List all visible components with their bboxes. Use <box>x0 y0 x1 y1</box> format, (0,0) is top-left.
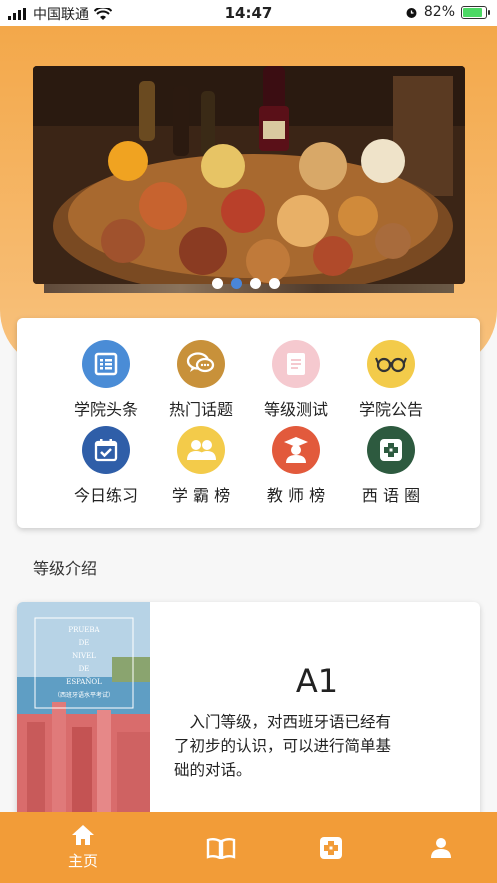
status-right: 82% <box>405 4 490 20</box>
tab-home[interactable]: 主页 <box>43 812 123 883</box>
menu-item-label: 等级测试 <box>263 400 328 419</box>
circle-plus-icon <box>367 426 415 474</box>
image-text-line: DE <box>79 665 90 673</box>
status-bar: 中国联通 14:47 82% <box>0 0 497 26</box>
tab-profile[interactable] <box>401 812 481 883</box>
menu-item-spanish-circle[interactable]: 西 语 圈 <box>336 426 446 506</box>
menu-item-label: 热门话题 <box>168 400 233 419</box>
section-title: 等级介绍 <box>33 559 98 578</box>
menu-item-announcements[interactable]: 学院公告 <box>336 340 446 420</box>
level-description: 入门等级，对西班牙语已经有了初步的认识，可以进行简单基础的对话。 <box>174 713 392 779</box>
menu-card: 学院头条 热门话题 等级测试 学院公告 今日练习 学 霸 榜 教 师 榜 西 语… <box>17 318 480 528</box>
image-text-line: ESPAÑOL <box>66 677 102 686</box>
level-name: A1 <box>295 662 339 700</box>
banner-image <box>33 66 465 284</box>
banner-dot[interactable] <box>212 278 223 289</box>
menu-item-label: 学 霸 榜 <box>171 486 231 505</box>
tab-circle[interactable] <box>291 812 371 883</box>
menu-item-label: 西 语 圈 <box>361 486 421 505</box>
level-card[interactable]: PRUEBA DE NIVEL DE ESPAÑOL （西班牙语水平考试） A1… <box>17 602 480 832</box>
user-icon <box>431 837 451 858</box>
image-text-line: （西班牙语水平考试） <box>54 691 114 699</box>
menu-item-level-test[interactable]: 等级测试 <box>241 340 351 420</box>
users-icon <box>177 426 225 474</box>
menu-item-label: 教 师 榜 <box>266 486 326 505</box>
banner-dot-active[interactable] <box>231 278 242 289</box>
home-icon <box>72 825 94 845</box>
menu-item-label: 学院公告 <box>358 400 423 419</box>
teacher-icon <box>272 426 320 474</box>
tab-book[interactable] <box>181 812 261 883</box>
tab-bar: 主页 <box>0 812 497 883</box>
banner-carousel[interactable] <box>33 66 465 284</box>
image-text-line: NIVEL <box>72 652 96 660</box>
menu-item-news[interactable]: 学院头条 <box>51 340 161 420</box>
image-text-line: DE <box>79 639 90 647</box>
menu-item-hot-topics[interactable]: 热门话题 <box>146 340 256 420</box>
menu-item-teachers[interactable]: 教 师 榜 <box>241 426 351 506</box>
banner-dot[interactable] <box>269 278 280 289</box>
glasses-icon <box>367 340 415 388</box>
document-icon <box>272 340 320 388</box>
banner-dot[interactable] <box>250 278 261 289</box>
chat-bubbles-icon <box>177 340 225 388</box>
battery-percent: 82% <box>423 4 455 20</box>
level-image: PRUEBA DE NIVEL DE ESPAÑOL （西班牙语水平考试） <box>17 602 150 832</box>
image-text-line: PRUEBA <box>68 626 100 634</box>
circle-plus-icon <box>320 836 342 859</box>
book-icon <box>206 837 236 859</box>
calendar-check-icon <box>82 426 130 474</box>
menu-item-top-students[interactable]: 学 霸 榜 <box>146 426 256 506</box>
menu-item-label: 学院头条 <box>73 400 138 419</box>
banner-pagination <box>212 278 280 289</box>
menu-item-daily-practice[interactable]: 今日练习 <box>51 426 161 506</box>
battery-icon <box>461 5 490 19</box>
news-list-icon <box>82 340 130 388</box>
tab-label: 主页 <box>67 852 98 870</box>
alarm-icon <box>406 7 417 18</box>
menu-item-label: 今日练习 <box>73 486 138 505</box>
